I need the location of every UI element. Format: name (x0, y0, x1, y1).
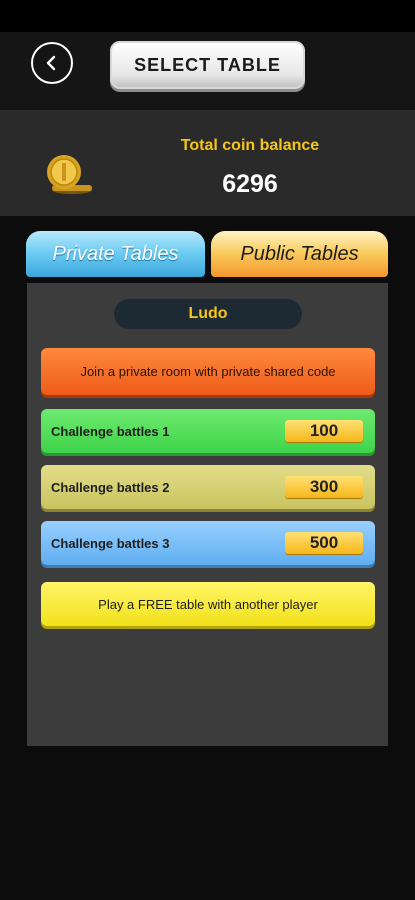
chevron-left-icon (46, 55, 56, 71)
join-private-room-button[interactable]: Join a private room with private shared … (41, 348, 375, 395)
back-button[interactable] (31, 42, 73, 84)
challenge-battle-2-label: Challenge battles 2 (51, 479, 170, 495)
coin-icon (47, 155, 92, 194)
tab-public-tables-label: Public Tables (240, 242, 359, 265)
challenge-battle-2-button[interactable]: Challenge battles 2 300 (41, 465, 375, 509)
challenge-battle-3-fee: 500 (285, 532, 363, 554)
challenge-battle-1-fee: 100 (285, 420, 363, 442)
play-free-table-label: Play a FREE table with another player (98, 596, 318, 612)
balance-label: Total coin balance (180, 137, 320, 154)
play-free-table-button[interactable]: Play a FREE table with another player (41, 582, 375, 626)
tab-private-tables-label: Private Tables (52, 242, 179, 265)
balance-value: 6296 (222, 170, 278, 198)
tab-private-tables[interactable]: Private Tables (26, 231, 205, 277)
join-private-room-label: Join a private room with private shared … (80, 364, 336, 379)
game-name-pill: Ludo (114, 299, 302, 329)
challenge-battle-3-button[interactable]: Challenge battles 3 500 (41, 521, 375, 565)
status-bar-area (0, 0, 415, 32)
tab-public-tables[interactable]: Public Tables (211, 231, 388, 277)
page-title-pill: SELECT TABLE (110, 41, 305, 89)
challenge-battle-3-label: Challenge battles 3 (51, 535, 170, 551)
challenge-battle-1-label: Challenge battles 1 (51, 423, 170, 439)
page-title: SELECT TABLE (134, 54, 281, 75)
challenge-battle-2-fee: 300 (285, 476, 363, 498)
game-name: Ludo (188, 305, 228, 322)
challenge-battle-1-button[interactable]: Challenge battles 1 100 (41, 409, 375, 453)
